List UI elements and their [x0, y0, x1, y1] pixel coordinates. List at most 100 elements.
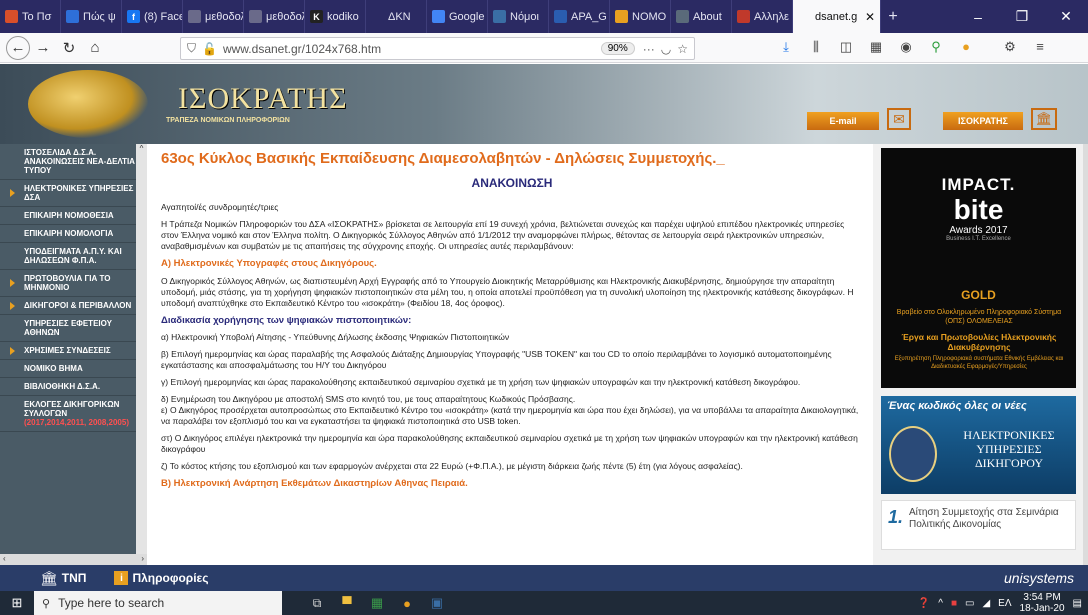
procedure-step: β) Επιλογή ημερομηνίας και ώρας παραλαβή… — [161, 349, 832, 370]
seminar-link-text: Αίτηση Συμμετοχής στα Σεμινάρια Πολιτική… — [909, 507, 1059, 530]
browser-tab[interactable]: dsanet.g ✕ — [793, 0, 881, 33]
grid-icon[interactable]: ▦ — [865, 39, 887, 55]
award-banner[interactable]: IMPACT. bite Awards 2017 Business I.T. E… — [881, 148, 1076, 388]
section-a-paragraph: Ο Δικηγορικός Σύλλογος Αθηνών, ως διαπισ… — [161, 276, 854, 308]
main-content: 63ος Κύκλος Βασικής Εκπαίδευσης Διαμεσολ… — [148, 144, 873, 565]
library-icon[interactable]: ⫼ — [805, 39, 827, 55]
sidebar-item[interactable]: ΥΠΟΔΕΙΓΜΑΤΑ Α.Π.Υ. ΚΑΙ ΔΗΛΩΣΕΩΝ Φ.Π.Α. — [0, 243, 147, 270]
procedure-step: δ) Ενημέρωση του Δικηγόρου με αποστολή S… — [161, 394, 859, 426]
procedure-step: α) Ηλεκτρονική Υποβολή Αίτησης - Υπεύθυν… — [161, 332, 510, 342]
close-window-button[interactable]: ✕ — [1044, 0, 1088, 33]
eservices-line-2: ΥΠΗΡΕΣΙΕΣ — [976, 442, 1042, 456]
new-tab-button[interactable]: + — [881, 0, 905, 33]
search-extension-icon[interactable]: ⚲ — [925, 39, 947, 55]
isokratis-button[interactable]: ΙΣΟΚΡΑΤΗΣ — [943, 112, 1023, 130]
browser-tab[interactable]: Αλληλε — [732, 0, 793, 33]
award-bite: bite — [953, 193, 1004, 225]
envelope-icon[interactable]: ✉ — [887, 108, 911, 130]
zoom-indicator[interactable]: 90% — [600, 42, 635, 55]
extension-menu-icon[interactable]: ⚙ — [999, 39, 1021, 55]
browser-tab[interactable]: μεθοδολογ — [244, 0, 305, 33]
sidebar-item-label: ΧΡΗΣΙΜΕΣ ΣΥΝΔΕΣΕΙΣ — [24, 346, 111, 355]
sidebar-item[interactable]: ΠΡΩΤΟΒΟΥΛΙΑ ΓΙΑ ΤΟ ΜΗΝΜΟΝΙΟ — [0, 270, 147, 297]
browser-tab[interactable]: About — [671, 0, 732, 33]
sidebar-icon[interactable]: ◫ — [835, 39, 857, 55]
eservices-banner[interactable]: Ένας κωδικός όλες οι νέες ΗΛΕΚΤΡΟΝΙΚΕΣ Υ… — [881, 396, 1076, 494]
page-scrollbar[interactable] — [1083, 144, 1088, 565]
browser-tab[interactable]: Νόμοι — [488, 0, 549, 33]
home-button[interactable]: ⌂ — [82, 35, 108, 61]
browser-tab[interactable]: APA_G — [549, 0, 610, 33]
close-tab-icon[interactable]: ✕ — [865, 10, 875, 24]
tray-app-icon[interactable]: ■ — [951, 598, 957, 609]
sidebar-item[interactable]: ΔΙΚΗΓΟΡΟΙ & ΠΕΡΙΒΑΛΛΟΝ — [0, 297, 147, 315]
notifications-icon[interactable]: ▤ — [1073, 598, 1082, 609]
sidebar-item-label: ΕΠΙΚΑΙΡΗ ΝΟΜΟΘΕΣΙΑ — [24, 211, 114, 220]
site-logo[interactable]: ΙΣΟΚΡΑΤΗΣ — [178, 82, 348, 116]
file-explorer-icon[interactable]: ▀ — [332, 596, 362, 611]
tab-favicon-icon — [5, 10, 18, 23]
maximize-button[interactable]: ❐ — [1000, 0, 1044, 33]
browser-tab[interactable]: ΔΚΝ — [366, 0, 427, 33]
award-line-2: Έργα και Πρωτοβουλίες Ηλεκτρονικής Διακυ… — [901, 332, 1057, 352]
tnp-link[interactable]: ΤΝΠ — [62, 571, 87, 585]
help-icon[interactable]: ❓ — [918, 598, 930, 609]
seminar-link-box[interactable]: 1. Αίτηση Συμμετοχής στα Σεμινάρια Πολιτ… — [881, 500, 1076, 550]
email-button[interactable]: E-mail — [807, 112, 879, 130]
sidebar-item[interactable]: ΝΟΜΙΚΟ ΒΗΜΑ — [0, 360, 147, 378]
tab-favicon-icon — [615, 10, 628, 23]
network-icon[interactable]: ◢ — [982, 598, 990, 609]
sidebar-item[interactable]: ΕΠΙΚΑΙΡΗ ΝΟΜΟΘΕΣΙΑ — [0, 207, 147, 225]
chevron-up-icon[interactable]: ^ — [938, 598, 943, 609]
temple-icon[interactable]: 🏛 — [1031, 108, 1057, 130]
battery-icon[interactable]: ▭ — [965, 598, 974, 609]
info-link[interactable]: Πληροφορίες — [132, 571, 208, 585]
firefox-icon[interactable]: ● — [392, 596, 422, 611]
tab-label: Google — [449, 10, 485, 23]
clock[interactable]: 3:54 PM 18-Jan-20 — [1020, 592, 1065, 614]
extension-icon[interactable]: ◉ — [895, 39, 917, 55]
app-icon[interactable]: ▣ — [422, 595, 452, 611]
sidebar-vertical-scrollbar[interactable]: ^ — [136, 144, 147, 554]
sidebar-item[interactable]: ΕΚΛΟΓΕΣ ΔΙΚΗΓΟΡΙΚΩΝ ΣΥΛΛΟΓΩΝ (2017,2014,2… — [0, 396, 147, 432]
language-indicator[interactable]: ΕΛ — [998, 598, 1011, 609]
sidebar-horizontal-scrollbar[interactable]: ‹ › — [0, 554, 147, 565]
bookmark-star-icon[interactable]: ☆ — [677, 42, 688, 56]
sidebar-item[interactable]: ΕΠΙΚΑΙΡΗ ΝΟΜΟΛΟΓΙΑ — [0, 225, 147, 243]
minimize-button[interactable]: – — [956, 0, 1000, 33]
unisystems-logo: unisystems — [1003, 570, 1074, 586]
colored-extension-icon[interactable]: ● — [955, 39, 977, 55]
procedure-step: στ) Ο Δικηγόρος επιλέγει ηλεκτρονικά την… — [161, 433, 858, 454]
forward-button[interactable]: → — [30, 35, 56, 61]
sidebar-item[interactable]: ΥΠΗΡΕΣΙΕΣ ΕΦΕΤΕΙΟΥ ΑΘΗΝΩΝ — [0, 315, 147, 342]
pocket-icon[interactable]: ◡ — [661, 42, 671, 56]
back-button[interactable]: ← — [6, 35, 30, 60]
browser-tab[interactable]: f (8) Face — [122, 0, 183, 33]
sidebar-item[interactable]: ΙΣΤΟΣΕΛΙΔΑ Δ.Σ.Α. ΑΝΑΚΟΙΝΩΣΕΙΣ ΝΕΑ-ΔΕΛΤΙ… — [0, 144, 147, 180]
tab-label: (8) Face — [144, 10, 183, 23]
url-bar[interactable]: ⛉ 🔓 www.dsanet.gr/1024x768.htm 90% ··· ◡… — [180, 37, 695, 60]
reload-button[interactable]: ↻ — [56, 35, 82, 61]
browser-tab[interactable]: Google — [427, 0, 488, 33]
sidebar-item[interactable]: ΗΛΕΚΤΡΟΝΙΚΕΣ ΥΠΗΡΕΣΙΕΣ ΔΣΑ — [0, 180, 147, 207]
browser-tab[interactable]: μεθοδολογ — [183, 0, 244, 33]
taskbar-search-box[interactable]: ⚲ Type here to search — [34, 591, 282, 615]
tab-label: Πώς ψ — [83, 10, 116, 23]
seminar-number: 1. — [888, 507, 904, 527]
download-icon[interactable]: ⤓ — [775, 39, 797, 55]
task-view-icon[interactable]: ⧉ — [302, 596, 332, 611]
excel-icon[interactable]: ▦ — [362, 595, 392, 611]
more-icon[interactable]: ··· — [643, 42, 655, 56]
arrow-icon — [10, 301, 15, 310]
browser-tab[interactable]: Kkodiko — [305, 0, 366, 33]
browser-tab[interactable]: Πώς ψ — [61, 0, 122, 33]
procedure-step: γ) Επιλογή ημερομηνίας και ώρας παρακολο… — [161, 377, 801, 387]
sidebar-item[interactable]: ΒΙΒΛΙΟΘΗΚΗ Δ.Σ.Α. — [0, 378, 147, 396]
windows-start-icon[interactable]: ⊞ — [0, 595, 34, 611]
sidebar-item-label: ΙΣΤΟΣΕΛΙΔΑ Δ.Σ.Α. ΑΝΑΚΟΙΝΩΣΕΙΣ ΝΕΑ-ΔΕΛΤΙ… — [24, 148, 135, 175]
browser-tab[interactable]: ΝΟΜΟ — [610, 0, 671, 33]
tab-favicon-icon — [798, 10, 811, 23]
browser-tab[interactable]: Το Πσ — [0, 0, 61, 33]
sidebar-item[interactable]: ΧΡΗΣΙΜΕΣ ΣΥΝΔΕΣΕΙΣ — [0, 342, 147, 360]
menu-icon[interactable]: ≡ — [1029, 39, 1051, 55]
